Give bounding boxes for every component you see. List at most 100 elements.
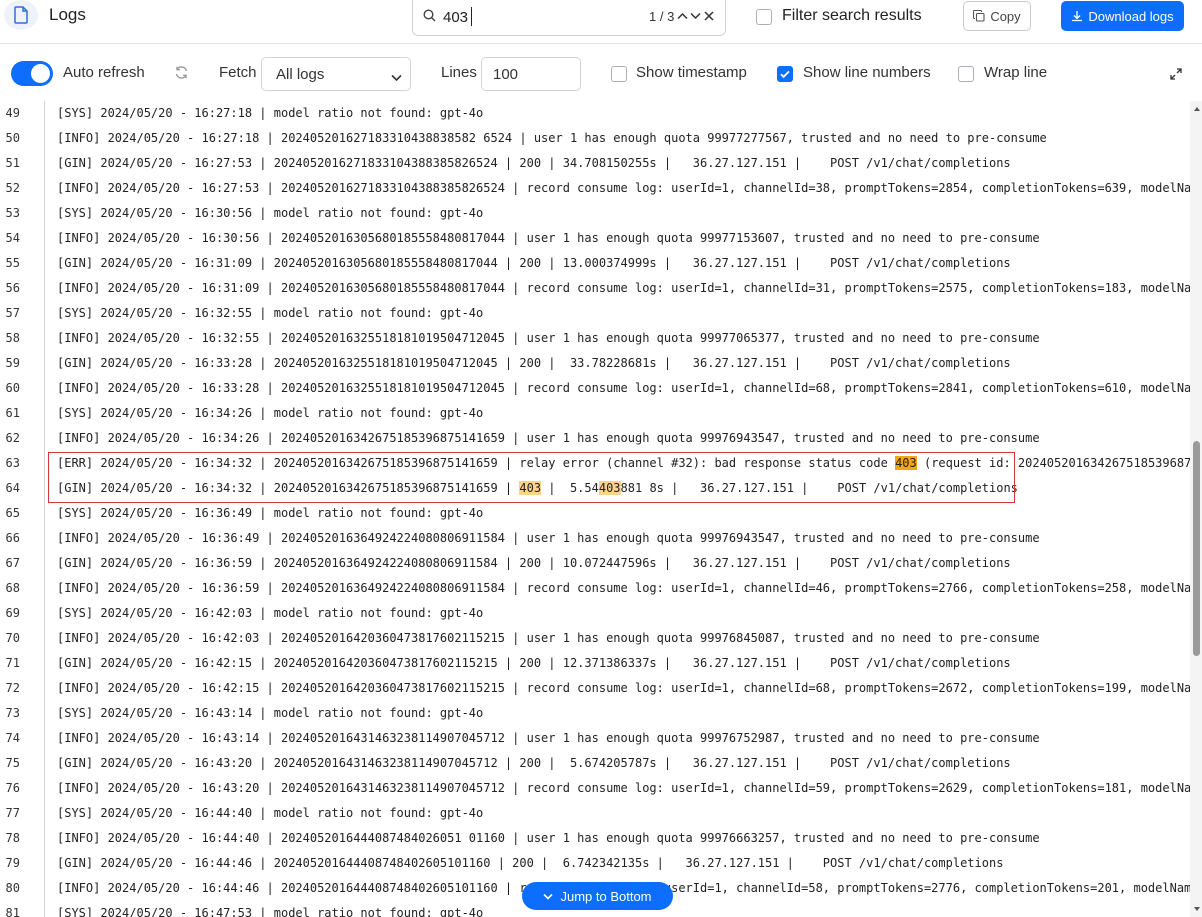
- line-number: 73: [5, 706, 20, 720]
- log-line: 70 [INFO] 2024/05/20 - 16:42:03 | 2024052…: [0, 626, 1190, 651]
- log-line: 51 [GIN] 2024/05/20 - 16:27:53 | 20240520…: [0, 151, 1190, 176]
- close-icon: [704, 11, 714, 21]
- log-line: 59 [GIN] 2024/05/20 - 16:33:28 | 20240520…: [0, 351, 1190, 376]
- next-match-button[interactable]: [688, 9, 702, 23]
- expand-icon[interactable]: [1170, 67, 1182, 85]
- log-line: 69 [SYS] 2024/05/20 - 16:42:03 | model ra…: [0, 601, 1190, 626]
- auto-refresh-label: Auto refresh: [63, 64, 145, 81]
- lines-input-value: 100: [493, 65, 519, 83]
- log-line: 77 [SYS] 2024/05/20 - 16:44:40 | model ra…: [0, 801, 1190, 826]
- search-input[interactable]: [443, 6, 623, 28]
- auto-refresh-toggle[interactable]: [11, 61, 53, 86]
- fetch-select[interactable]: All logs: [261, 57, 411, 91]
- line-number: 70: [5, 631, 20, 645]
- log-text: [INFO] 2024/05/20 - 16:44:40 | 202405201…: [57, 831, 1040, 845]
- log-viewer[interactable]: 49 [SYS] 2024/05/20 - 16:27:18 | model ra…: [0, 101, 1202, 917]
- log-text: [SYS] 2024/05/20 - 16:27:18 | model rati…: [57, 106, 484, 120]
- line-number: 49: [5, 106, 20, 120]
- refresh-icon[interactable]: [174, 65, 189, 85]
- chevron-down-icon: [391, 69, 402, 86]
- log-search-box[interactable]: 1 / 3: [412, 0, 726, 36]
- line-number: 61: [5, 406, 20, 420]
- line-number: 68: [5, 581, 20, 595]
- lines-input[interactable]: 100: [481, 57, 581, 91]
- log-text: [INFO] 2024/05/20 - 16:34:26 | 202405201…: [57, 431, 1040, 445]
- log-line: 78 [INFO] 2024/05/20 - 16:44:40 | 2024052…: [0, 826, 1190, 851]
- lines-label: Lines: [441, 64, 477, 81]
- match-counter: 1 / 3: [649, 9, 675, 24]
- log-text: [GIN] 2024/05/20 - 16:31:09 | 2024052016…: [57, 256, 1011, 270]
- log-line: 75 [GIN] 2024/05/20 - 16:43:20 | 20240520…: [0, 751, 1190, 776]
- header-bar: Logs 1 / 3 Filter search results Copy Do…: [0, 0, 1202, 44]
- log-line: 68 [INFO] 2024/05/20 - 16:36:59 | 2024052…: [0, 576, 1190, 601]
- log-text: [INFO] 2024/05/20 - 16:36:59 | 202405201…: [57, 581, 1190, 595]
- log-text: [SYS] 2024/05/20 - 16:42:03 | model rati…: [57, 606, 484, 620]
- log-text: [INFO] 2024/05/20 - 16:42:03 | 202405201…: [57, 631, 1040, 645]
- line-number: 52: [5, 181, 20, 195]
- log-line: 60 [INFO] 2024/05/20 - 16:33:28 | 2024052…: [0, 376, 1190, 401]
- line-number: 67: [5, 556, 20, 570]
- jump-to-bottom-button[interactable]: Jump to Bottom: [522, 882, 673, 910]
- log-toolbar: Auto refresh Fetch All logs Lines 100 Sh…: [0, 45, 1202, 101]
- log-line: 65 [SYS] 2024/05/20 - 16:36:49 | model ra…: [0, 501, 1190, 526]
- line-number: 81: [5, 906, 20, 917]
- highlighted-error-region: [48, 452, 1015, 503]
- log-text: [GIN] 2024/05/20 - 16:27:53 | 2024052016…: [57, 156, 1011, 170]
- fetch-label: Fetch: [219, 64, 257, 81]
- scrollbar-thumb[interactable]: [1193, 441, 1200, 656]
- log-line: 76 [INFO] 2024/05/20 - 16:43:20 | 2024052…: [0, 776, 1190, 801]
- line-number: 51: [5, 156, 20, 170]
- line-number: 65: [5, 506, 20, 520]
- line-number: 63: [5, 456, 20, 470]
- filter-search-results-label: Filter search results: [782, 7, 922, 24]
- line-number: 75: [5, 756, 20, 770]
- log-line: 56 [INFO] 2024/05/20 - 16:31:09 | 2024052…: [0, 276, 1190, 301]
- log-text: [GIN] 2024/05/20 - 16:42:15 | 2024052016…: [57, 656, 1011, 670]
- line-number: 62: [5, 431, 20, 445]
- log-text: [INFO] 2024/05/20 - 16:43:20 | 202405201…: [57, 781, 1190, 795]
- chevron-down-icon: [543, 893, 554, 900]
- line-number: 79: [5, 856, 20, 870]
- line-number: 74: [5, 731, 20, 745]
- show-timestamp-checkbox[interactable]: [611, 66, 627, 82]
- line-number: 72: [5, 681, 20, 695]
- download-button-label: Download logs: [1088, 8, 1174, 24]
- log-line: 71 [GIN] 2024/05/20 - 16:42:15 | 20240520…: [0, 651, 1190, 676]
- log-text: [GIN] 2024/05/20 - 16:44:46 | 2024052016…: [57, 856, 1004, 870]
- logs-document-icon: [4, 0, 38, 30]
- toggle-knob: [31, 64, 50, 83]
- log-text: [GIN] 2024/05/20 - 16:33:28 | 2024052016…: [57, 356, 1011, 370]
- wrap-line-checkbox[interactable]: [958, 66, 974, 82]
- search-icon: [423, 9, 436, 27]
- log-text: [INFO] 2024/05/20 - 16:27:18 | 202405201…: [57, 131, 1047, 145]
- copy-button-label: Copy: [990, 8, 1021, 24]
- log-text: [INFO] 2024/05/20 - 16:43:14 | 202405201…: [57, 731, 1040, 745]
- log-text: [GIN] 2024/05/20 - 16:43:20 | 2024052016…: [57, 756, 1011, 770]
- page-title: Logs: [49, 5, 86, 24]
- log-text: [SYS] 2024/05/20 - 16:36:49 | model rati…: [57, 506, 484, 520]
- log-line: 52 [INFO] 2024/05/20 - 16:27:53 | 2024052…: [0, 176, 1190, 201]
- show-line-numbers-checkbox[interactable]: [777, 66, 793, 82]
- line-number: 77: [5, 806, 20, 820]
- chevron-down-icon: [689, 12, 701, 20]
- log-text: [SYS] 2024/05/20 - 16:34:26 | model rati…: [57, 406, 484, 420]
- line-number: 56: [5, 281, 20, 295]
- line-number: 54: [5, 231, 20, 245]
- log-line: 58 [INFO] 2024/05/20 - 16:32:55 | 2024052…: [0, 326, 1190, 351]
- log-text: [SYS] 2024/05/20 - 16:32:55 | model rati…: [57, 306, 484, 320]
- copy-button[interactable]: Copy: [963, 1, 1031, 31]
- scroll-down-arrow-icon[interactable]: [1193, 905, 1201, 913]
- filter-search-results-checkbox[interactable]: [756, 9, 772, 25]
- line-number: 53: [5, 206, 20, 220]
- scroll-up-arrow-icon[interactable]: [1193, 105, 1201, 113]
- checkmark-icon: [780, 70, 790, 79]
- previous-match-button[interactable]: [675, 9, 689, 23]
- log-text: [INFO] 2024/05/20 - 16:33:28 | 202405201…: [57, 381, 1190, 395]
- line-number: 55: [5, 256, 20, 270]
- clear-search-button[interactable]: [702, 9, 716, 23]
- log-line: 72 [INFO] 2024/05/20 - 16:42:15 | 2024052…: [0, 676, 1190, 701]
- log-text: [INFO] 2024/05/20 - 16:31:09 | 202405201…: [57, 281, 1190, 295]
- download-logs-button[interactable]: Download logs: [1061, 1, 1184, 31]
- download-icon: [1072, 11, 1083, 22]
- show-line-numbers-label: Show line numbers: [803, 64, 931, 81]
